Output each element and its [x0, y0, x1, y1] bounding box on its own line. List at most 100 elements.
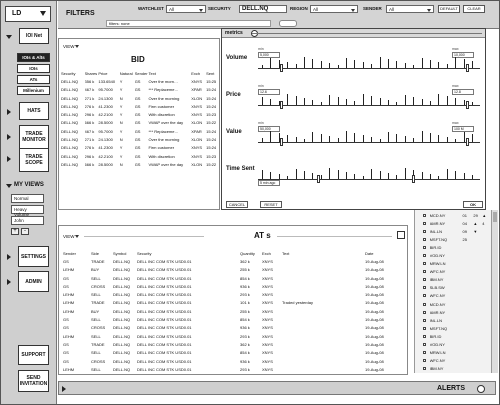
nav-iois[interactable]: IOIs — [17, 64, 50, 73]
row-checkbox[interactable] — [423, 349, 430, 357]
expand-filters-toggle[interactable] — [279, 20, 297, 27]
chevron-down-icon[interactable] — [75, 45, 79, 48]
column-header[interactable]: Date — [365, 249, 403, 257]
clear-button[interactable]: CLEAR — [463, 5, 485, 13]
column-header[interactable]: Symbol — [113, 249, 137, 257]
nav-millenium[interactable]: Millenium — [17, 86, 50, 95]
range-min-handle[interactable] — [317, 175, 320, 183]
view-menu[interactable]: VIEW — [63, 234, 75, 239]
column-header[interactable]: Security — [137, 249, 240, 257]
nav-hats[interactable]: HATS — [19, 102, 49, 120]
row-checkbox[interactable] — [423, 251, 430, 259]
logo-menu[interactable]: LD — [5, 6, 51, 22]
ok-button[interactable]: OK — [463, 201, 483, 208]
sender-select[interactable]: All — [386, 5, 434, 13]
expand-icon[interactable] — [7, 109, 11, 115]
watchlist-row[interactable]: MCD.NY 01 29 ▲ — [423, 211, 491, 219]
table-row[interactable]: GS CROSS DELL.NQ DELL INC COM STK USD0.01 93… — [63, 324, 403, 332]
table-row[interactable]: GS SELL DELL.NQ DELL INC COM STK USD0.01 854… — [63, 349, 403, 357]
range-min-handle[interactable] — [280, 64, 283, 72]
view-menu[interactable]: VIEW — [63, 44, 75, 49]
row-checkbox[interactable] — [423, 300, 430, 308]
row-checkbox[interactable] — [423, 243, 430, 251]
range-min-handle[interactable] — [280, 101, 283, 109]
range-min-handle[interactable] — [280, 138, 283, 146]
table-row[interactable]: GS SELL DELL.NQ DELL INC COM STK USD0.01 854… — [63, 274, 403, 282]
watchlist-row[interactable]: WFC.NY — [423, 357, 491, 365]
row-checkbox[interactable] — [423, 276, 430, 284]
add-view-button[interactable]: + — [11, 228, 19, 235]
watchlist-row[interactable]: SLB.SW — [423, 284, 491, 292]
table-row[interactable]: DELL.NQ 276 k 41.2300 Y GS Firm customer XNYS 1… — [61, 144, 219, 152]
min-input[interactable]: 5 min ago — [258, 180, 280, 186]
table-row[interactable]: DELL.NQ 356 k 133.6540 Y GS Over the morn… XNY… — [61, 77, 219, 85]
watchlist-row[interactable]: IBM.NY — [423, 365, 491, 373]
column-header[interactable]: Natural — [120, 69, 135, 77]
cancel-button[interactable]: CANCEL — [226, 201, 248, 208]
row-checkbox[interactable] — [423, 219, 430, 227]
table-row[interactable]: GS CROSS DELL.NQ DELL INC COM STK USD0.01 93… — [63, 357, 403, 365]
table-row[interactable]: LEHM SELL DELL.NQ DELL INC COM STK USD0.01 2… — [63, 290, 403, 298]
column-header[interactable]: Shares — [85, 69, 99, 77]
watchlist-row[interactable]: BIR.ID — [423, 243, 491, 251]
send-invitation-button[interactable]: SEND INVITATION — [18, 370, 49, 392]
expand-icon[interactable] — [7, 134, 11, 140]
watchlist-row[interactable]: VOD.NY — [423, 341, 491, 349]
row-checkbox[interactable] — [423, 332, 430, 340]
table-row[interactable]: LEHM SELL DELL.NQ DELL INC COM STK USD0.01 2… — [63, 365, 403, 373]
row-checkbox[interactable] — [423, 365, 430, 373]
row-checkbox[interactable] — [423, 227, 430, 235]
view-item[interactable]: Normal — [11, 194, 44, 203]
expand-icon[interactable] — [7, 279, 11, 285]
watchlist-row[interactable]: AMR.NY 04 ▲ 4 — [423, 219, 491, 227]
column-header[interactable]: Sent — [206, 69, 219, 77]
range-max-handle[interactable] — [412, 175, 415, 183]
row-checkbox[interactable] — [423, 260, 430, 268]
default-button[interactable]: DEFAULT — [438, 5, 460, 13]
table-row[interactable]: DELL.NQ 666 k 28.5000 N GS VWAP over the day X… — [61, 119, 219, 127]
row-checkbox[interactable] — [423, 357, 430, 365]
watchlist-row[interactable]: MRW.LN — [423, 260, 491, 268]
table-row[interactable]: LEHM TRADE DELL.NQ DELL INC COM STK USD0.01… — [63, 299, 403, 307]
settings-icon[interactable] — [397, 231, 405, 239]
alerts-bar[interactable]: ALERTS — [58, 381, 496, 395]
nav-ats[interactable]: ATs — [17, 75, 50, 84]
range-max-handle[interactable] — [466, 101, 469, 109]
watchlist-row[interactable]: MRW.LN — [423, 349, 491, 357]
view-item[interactable]: John — [11, 216, 44, 225]
min-input[interactable]: 50,000 — [258, 126, 280, 132]
table-row[interactable]: GS CROSS DELL.NQ DELL INC COM STK USD0.01 93… — [63, 282, 403, 290]
watchlist-row[interactable]: IBM.NY — [423, 276, 491, 284]
expand-icon[interactable] — [7, 156, 11, 162]
column-header[interactable]: Security — [61, 69, 85, 77]
security-input[interactable]: DELL.NQ — [239, 5, 287, 13]
row-checkbox[interactable] — [423, 316, 430, 324]
table-row[interactable]: LEHM BUY DELL.NQ DELL INC COM STK USD0.01 25… — [63, 307, 403, 315]
row-checkbox[interactable] — [423, 292, 430, 300]
column-header[interactable]: Exch — [191, 69, 206, 77]
column-header[interactable]: Text — [282, 249, 365, 257]
watchlist-row[interactable]: INL.LN — [423, 316, 491, 324]
chevron-down-icon[interactable] — [75, 235, 79, 238]
row-checkbox[interactable] — [423, 211, 430, 219]
expand-icon[interactable] — [7, 254, 11, 260]
row-checkbox[interactable] — [423, 284, 430, 292]
table-row[interactable]: DELL.NQ 296 k 42.2100 Y GS With discretion XNY… — [61, 110, 219, 118]
max-input[interactable]: 12.8 — [452, 89, 474, 95]
table-row[interactable]: DELL.NQ 271 k 24.1300 N GS Over the morning XL… — [61, 135, 219, 143]
table-row[interactable]: DELL.NQ 666 k 28.5000 N GS VWAP over the day X… — [61, 160, 219, 168]
scrollbar-thumb[interactable] — [493, 212, 497, 222]
row-checkbox[interactable] — [423, 235, 430, 243]
column-header[interactable]: Price — [98, 69, 119, 77]
range-max-handle[interactable] — [466, 138, 469, 146]
region-select[interactable]: All — [310, 5, 358, 13]
watchlist-scrollbar[interactable] — [491, 210, 498, 373]
target-icon[interactable] — [477, 385, 485, 393]
admin-button[interactable]: ADMIN — [18, 271, 49, 292]
min-input[interactable]: 12.6 — [258, 89, 280, 95]
settings-button[interactable]: SETTINGS — [18, 246, 49, 267]
table-row[interactable]: GS SELL DELL.NQ DELL INC COM STK USD0.01 854… — [63, 315, 403, 323]
column-header[interactable]: Text — [148, 69, 191, 77]
range-max-handle[interactable] — [466, 64, 469, 72]
table-row[interactable]: GS TRADE DELL.NQ DELL INC COM STK USD0.01 36… — [63, 257, 403, 265]
